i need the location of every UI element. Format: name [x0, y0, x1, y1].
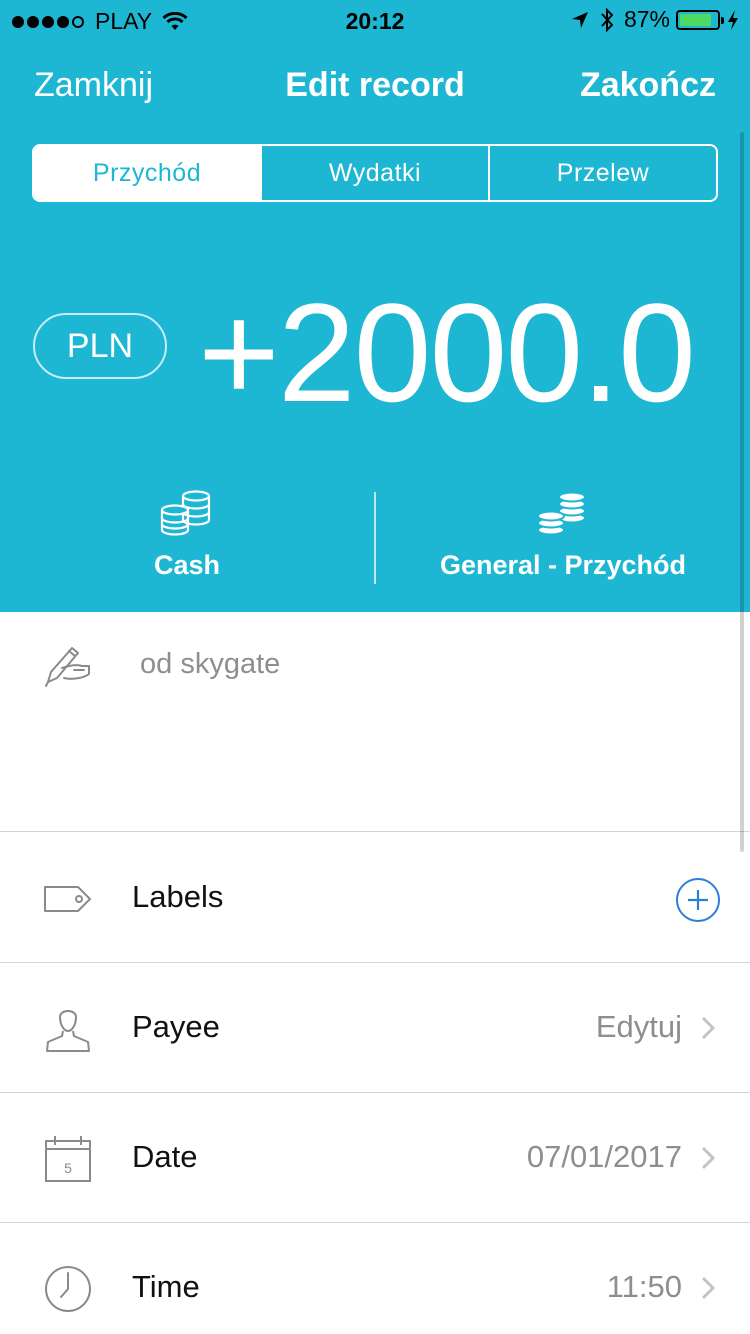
- note-input[interactable]: od skygate: [140, 648, 280, 681]
- status-right: 87%: [570, 6, 740, 33]
- time-row[interactable]: Time 11:50: [0, 1223, 750, 1334]
- labels-row[interactable]: Labels: [0, 833, 750, 963]
- category-selector[interactable]: General - Przychód: [376, 490, 750, 590]
- payee-value: Edytuj: [595, 1009, 682, 1044]
- chevron-right-icon: [701, 1146, 716, 1170]
- done-button[interactable]: Zakończ: [580, 66, 716, 105]
- chevron-right-icon: [701, 1016, 716, 1040]
- calendar-icon: 5: [45, 1136, 91, 1182]
- location-arrow-icon: [571, 11, 588, 28]
- date-value: 07/01/2017: [526, 1139, 682, 1174]
- date-row[interactable]: 5 Date 07/01/2017: [0, 1093, 750, 1223]
- bluetooth-icon: [601, 7, 614, 32]
- scrollbar[interactable]: [740, 132, 744, 852]
- coins-icon: [537, 491, 586, 536]
- tag-icon: [44, 886, 91, 912]
- date-label: Date: [132, 1139, 198, 1174]
- note-section: od skygate: [0, 612, 750, 832]
- tab-income[interactable]: Przychód: [34, 146, 260, 200]
- pen-hand-icon: [45, 647, 90, 687]
- account-selector[interactable]: Cash: [0, 490, 374, 590]
- navigation-bar: Zamknij Edit record Zakończ: [0, 58, 750, 114]
- currency-button[interactable]: PLN: [33, 313, 167, 379]
- plus-circle-icon: [688, 890, 708, 910]
- account-label: Cash: [153, 550, 221, 580]
- record-header: PLAY 20:12 87% Zamknij Edit record Zakoń…: [0, 0, 750, 612]
- status-bar: PLAY 20:12 87%: [0, 0, 750, 40]
- payee-row[interactable]: Payee Edytuj: [0, 963, 750, 1093]
- battery-icon: [676, 9, 724, 30]
- payee-label: Payee: [132, 1009, 220, 1044]
- clock-icon: [45, 1266, 91, 1312]
- person-icon: [46, 1010, 90, 1052]
- amount-value[interactable]: +2000.0: [198, 278, 696, 428]
- record-type-segmented-control: Przychód Wydatki Przelew: [32, 144, 718, 202]
- add-label-button[interactable]: [676, 878, 720, 922]
- labels-label: Labels: [132, 879, 224, 914]
- category-label: General - Przychód: [439, 550, 687, 580]
- charging-bolt-icon: [728, 9, 738, 30]
- time-value: 11:50: [606, 1269, 682, 1304]
- tab-expense[interactable]: Wydatki: [260, 146, 488, 200]
- coins-icon: [160, 490, 211, 536]
- battery-percent: 87%: [623, 6, 670, 32]
- tab-transfer[interactable]: Przelew: [488, 146, 716, 200]
- time-label: Time: [132, 1269, 200, 1304]
- calendar-day-number: 5: [64, 1160, 72, 1176]
- chevron-right-icon: [701, 1276, 716, 1300]
